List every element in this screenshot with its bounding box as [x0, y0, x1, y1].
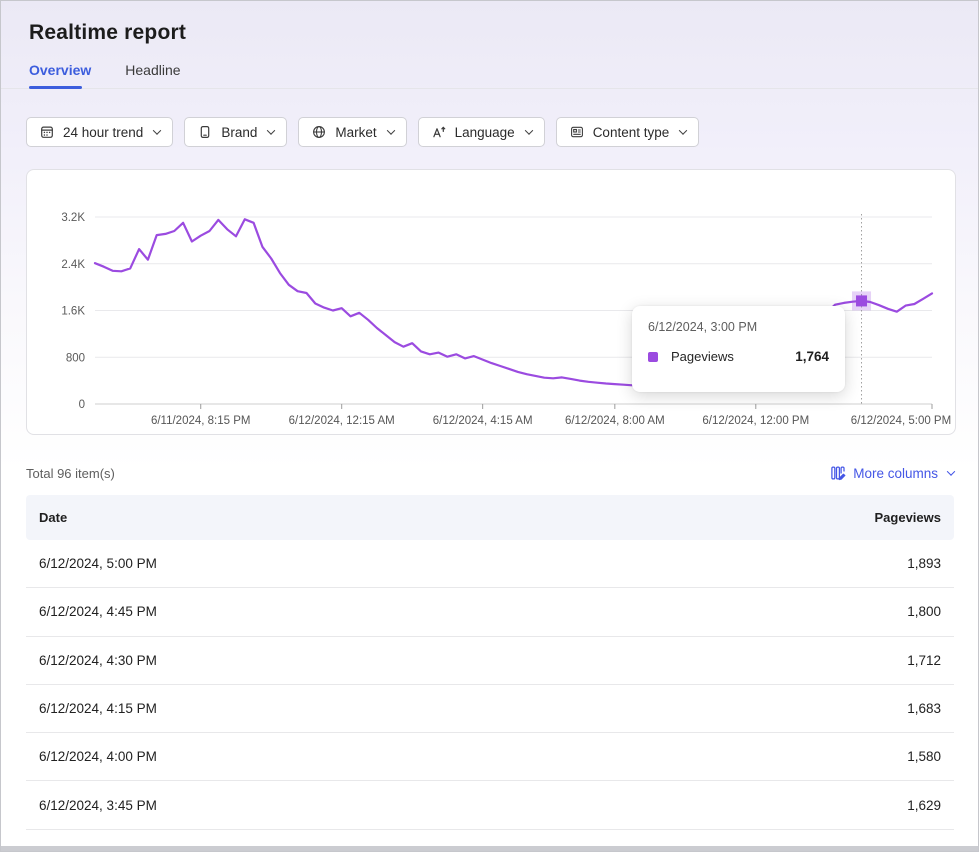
filter-brand[interactable]: Brand [184, 117, 287, 147]
tooltip-value: 1,764 [795, 349, 829, 364]
table-row[interactable]: 6/12/2024, 4:30 PM 1,712 [26, 637, 954, 685]
globe-icon [311, 124, 327, 140]
x-axis-label: 6/12/2024, 5:00 PM [851, 415, 951, 427]
tooltip-series-row: Pageviews 1,764 [648, 349, 829, 364]
y-axis-label: 0 [79, 399, 85, 411]
cell-pageviews: 1,683 [907, 701, 941, 716]
filter-label: Market [335, 125, 376, 140]
filter-24-hour-trend[interactable]: 24 hour trend [26, 117, 173, 147]
cell-pageviews: 1,893 [907, 556, 941, 571]
filter-content-type[interactable]: Content type [556, 117, 700, 147]
pageviews-series-swatch [648, 352, 658, 362]
cell-date: 6/12/2024, 4:30 PM [39, 653, 157, 668]
cell-pageviews: 1,800 [907, 604, 941, 619]
table-header-row: Date Pageviews [26, 495, 954, 540]
column-header-date[interactable]: Date [39, 510, 67, 525]
filter-bar: 24 hour trend Brand Market Language Content … [1, 89, 978, 147]
x-axis-label: 6/11/2024, 8:15 PM [151, 415, 251, 427]
cell-date: 6/12/2024, 4:15 PM [39, 701, 157, 716]
chart-tooltip: 6/12/2024, 3:00 PM Pageviews 1,764 [632, 306, 845, 392]
table-body: 6/12/2024, 5:00 PM 1,893 6/12/2024, 4:45 P… [26, 540, 954, 830]
filter-label: Language [455, 125, 515, 140]
table-row[interactable]: 6/12/2024, 4:00 PM 1,580 [26, 733, 954, 781]
cell-date: 6/12/2024, 3:45 PM [39, 798, 157, 813]
column-header-pageviews[interactable]: Pageviews [875, 510, 942, 525]
column-edit-icon [830, 465, 846, 481]
hover-marker [856, 295, 867, 306]
x-axis-label: 6/12/2024, 12:00 PM [702, 415, 809, 427]
tab-overview[interactable]: Overview [29, 62, 91, 78]
trend-chart-svg[interactable]: 0 800 1.6K 2.4K 3.2K 6/11/2024, 8:15 PM 6/12/2… [27, 170, 955, 434]
cell-date: 6/12/2024, 4:00 PM [39, 749, 157, 764]
filter-label: Content type [593, 125, 670, 140]
filter-label: 24 hour trend [63, 125, 143, 140]
chevron-down-icon [386, 126, 394, 134]
more-columns-label: More columns [853, 466, 938, 481]
items-count: Total 96 item(s) [26, 466, 115, 481]
tab-headline[interactable]: Headline [125, 62, 180, 78]
y-axis-label: 2.4K [61, 259, 85, 271]
page-title: Realtime report [1, 1, 978, 45]
cell-date: 6/12/2024, 5:00 PM [39, 556, 157, 571]
table-row[interactable]: 6/12/2024, 4:15 PM 1,683 [26, 685, 954, 733]
table-toolbar: Total 96 item(s) More columns [26, 465, 954, 481]
device-icon [197, 124, 213, 140]
calendar-icon [39, 124, 55, 140]
filter-market[interactable]: Market [298, 117, 406, 147]
tooltip-date: 6/12/2024, 3:00 PM [648, 320, 829, 334]
chevron-down-icon [267, 126, 275, 134]
cell-pageviews: 1,629 [907, 798, 941, 813]
chevron-down-icon [153, 126, 161, 134]
content-type-icon [569, 124, 585, 140]
y-axis-label: 3.2K [61, 212, 85, 224]
window-edge [1, 846, 978, 851]
filter-label: Brand [221, 125, 257, 140]
cell-pageviews: 1,712 [907, 653, 941, 668]
translate-icon [431, 124, 447, 140]
chevron-down-icon [679, 126, 687, 134]
y-axis-label: 1.6K [61, 306, 85, 318]
filter-language[interactable]: Language [418, 117, 545, 147]
trend-chart-card: 0 800 1.6K 2.4K 3.2K 6/11/2024, 8:15 PM 6/12/2… [26, 169, 956, 435]
realtime-report-page: Realtime report Overview Headline 24 hou… [0, 0, 979, 852]
y-axis-label: 800 [66, 352, 85, 364]
x-axis-label: 6/12/2024, 8:00 AM [565, 415, 665, 427]
cell-date: 6/12/2024, 4:45 PM [39, 604, 157, 619]
pageviews-table: Date Pageviews 6/12/2024, 5:00 PM1,8936/… [26, 495, 954, 830]
cell-pageviews: 1,580 [907, 749, 941, 764]
tooltip-series-name: Pageviews [671, 349, 734, 364]
table-row[interactable]: 6/12/2024, 5:00 PM 1,893 [26, 540, 954, 588]
table-row[interactable]: 6/12/2024, 4:45 PM 1,800 [26, 588, 954, 636]
active-tab-indicator [29, 86, 82, 89]
chevron-down-icon [524, 126, 532, 134]
x-axis-label: 6/12/2024, 4:15 AM [433, 415, 533, 427]
chevron-down-icon [947, 467, 955, 475]
tab-bar: Overview Headline [1, 45, 978, 89]
table-row[interactable]: 6/12/2024, 3:45 PM 1,629 [26, 781, 954, 829]
x-axis-label: 6/12/2024, 12:15 AM [289, 415, 395, 427]
more-columns-button[interactable]: More columns [830, 465, 954, 481]
